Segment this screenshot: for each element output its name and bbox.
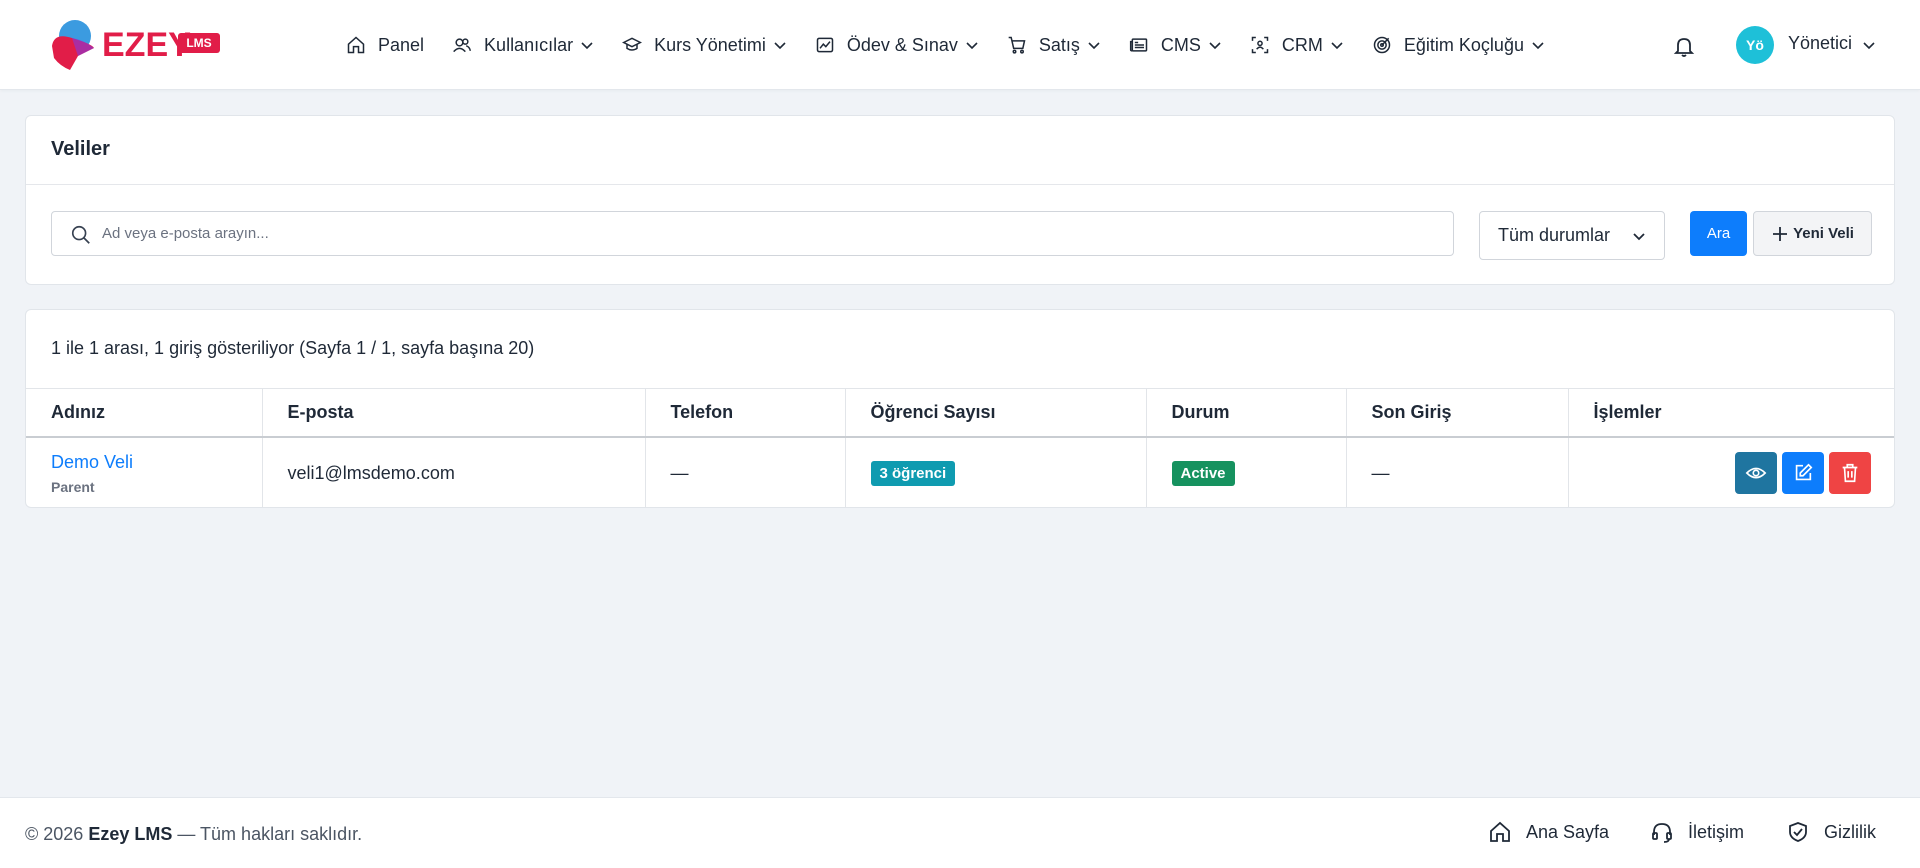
chevron-down-icon <box>581 42 593 50</box>
cart-icon <box>1008 36 1026 54</box>
column-header-students[interactable]: Öğrenci Sayısı <box>845 388 1147 438</box>
chevron-down-icon <box>1088 42 1100 50</box>
trash-icon <box>1842 463 1858 483</box>
delete-button[interactable] <box>1829 452 1871 494</box>
column-header-email[interactable]: E-posta <box>262 388 646 438</box>
edit-button[interactable] <box>1782 452 1824 494</box>
eye-icon <box>1745 467 1767 479</box>
cell-students: 3 öğrenci <box>845 436 1147 507</box>
avatar[interactable]: Yö <box>1736 26 1774 64</box>
chevron-down-icon <box>1532 42 1544 50</box>
footer-link-label: Gizlilik <box>1824 821 1876 842</box>
student-count-badge: 3 öğrenci <box>870 460 956 486</box>
nav-item-course-management[interactable]: Kurs Yönetimi <box>622 0 787 90</box>
nav-item-coaching[interactable]: Eğitim Koçluğu <box>1372 0 1545 90</box>
search-input[interactable] <box>102 212 1442 255</box>
column-header-name[interactable]: Adınız <box>26 388 263 438</box>
table-row: Demo Veli Parent veli1@lmsdemo.com — 3 ö… <box>26 436 1894 508</box>
search-field[interactable] <box>51 211 1454 256</box>
footer-link-home[interactable]: Ana Sayfa <box>1488 820 1609 844</box>
chevron-down-icon <box>1633 233 1645 241</box>
nav-item-crm[interactable]: CRM <box>1250 0 1344 90</box>
nav-label: Kurs Yönetimi <box>654 34 766 55</box>
nav-item-sales[interactable]: Satış <box>1007 0 1101 90</box>
footer: © 2026 Ezey LMS — Tüm hakları saklıdır. … <box>0 797 1920 868</box>
status-filter-value: Tüm durumlar <box>1498 225 1611 245</box>
cell-actions <box>1568 437 1894 508</box>
nav-label: CMS <box>1160 34 1201 55</box>
copyright-prefix: © 2026 <box>25 824 84 844</box>
copyright-suffix: — Tüm hakları saklıdır. <box>177 824 363 844</box>
parents-table: Adınız E-posta Telefon Öğrenci Sayısı Du… <box>26 388 1894 508</box>
new-parent-button[interactable]: Yeni Veli <box>1753 211 1872 256</box>
footer-link-label: İletişim <box>1688 821 1745 842</box>
newspaper-icon <box>1129 38 1148 52</box>
home-icon <box>347 36 365 54</box>
plus-icon <box>1773 226 1788 241</box>
chart-image-icon <box>816 37 834 53</box>
chevron-down-icon <box>1209 42 1221 50</box>
column-header-status[interactable]: Durum <box>1146 388 1347 438</box>
cell-phone: — <box>645 436 846 507</box>
copyright-brand: Ezey LMS <box>88 824 173 844</box>
main-nav: Panel Kullanıcılar Kurs Yönetimi Ödev & … <box>346 0 1573 90</box>
status-badge: Active <box>1171 460 1235 486</box>
scan-person-icon <box>1251 36 1269 54</box>
home-icon <box>1490 821 1510 842</box>
search-card: Veliler Tüm durumlar Ara Yeni Veli <box>25 115 1895 285</box>
cell-email: veli1@lmsdemo.com <box>262 436 646 507</box>
shield-check-icon <box>1789 822 1807 842</box>
table-header-row: Adınız E-posta Telefon Öğrenci Sayısı Du… <box>26 388 1894 438</box>
footer-link-privacy[interactable]: Gizlilik <box>1786 820 1876 844</box>
bell-icon[interactable] <box>1672 34 1696 58</box>
parents-table-card: 1 ile 1 arası, 1 giriş gösteriliyor (Say… <box>25 309 1895 508</box>
nav-label: CRM <box>1281 34 1323 55</box>
pagination-info: 1 ile 1 arası, 1 giriş gösteriliyor (Say… <box>51 338 535 358</box>
nav-label: Kullanıcılar <box>484 34 574 55</box>
chevron-down-icon[interactable] <box>1862 38 1876 52</box>
view-button[interactable] <box>1735 452 1777 494</box>
footer-link-label: Ana Sayfa <box>1526 821 1610 842</box>
status-filter-select[interactable]: Tüm durumlar <box>1479 211 1665 260</box>
logo-mark-icon <box>52 20 94 70</box>
parent-role: Parent <box>51 478 95 495</box>
brand-badge: LMS <box>178 33 220 53</box>
brand-logo[interactable]: EZEY LMS <box>50 18 230 72</box>
column-header-phone[interactable]: Telefon <box>645 388 846 438</box>
nav-label: Ödev & Sınav <box>846 34 958 55</box>
cell-last-login: — <box>1346 436 1569 507</box>
cell-status: Active <box>1146 436 1347 507</box>
headset-icon <box>1652 823 1672 843</box>
copyright: © 2026 Ezey LMS — Tüm hakları saklıdır. <box>25 824 362 845</box>
chevron-down-icon <box>774 42 786 50</box>
chevron-down-icon <box>966 42 978 50</box>
new-parent-label: Yeni Veli <box>1793 225 1854 242</box>
nav-item-users[interactable]: Kullanıcılar <box>452 0 594 90</box>
column-header-last-login[interactable]: Son Giriş <box>1346 388 1569 438</box>
card-header: Veliler <box>26 116 1894 185</box>
search-button[interactable]: Ara <box>1690 211 1747 256</box>
chevron-down-icon <box>1331 42 1343 50</box>
target-icon <box>1373 36 1391 54</box>
user-menu-label[interactable]: Yönetici <box>1788 33 1852 54</box>
nav-label: Panel <box>378 34 425 55</box>
parent-name-link[interactable]: Demo Veli <box>51 452 237 473</box>
nav-label: Satış <box>1038 34 1080 55</box>
row-actions <box>1594 452 1871 494</box>
search-icon <box>71 225 90 244</box>
footer-link-contact[interactable]: İletişim <box>1650 820 1744 844</box>
cell-name: Demo Veli Parent <box>26 436 263 507</box>
page-title: Veliler <box>51 138 110 160</box>
nav-item-cms[interactable]: CMS <box>1129 0 1222 90</box>
column-header-actions: İşlemler <box>1568 388 1894 438</box>
graduation-cap-icon <box>622 37 643 51</box>
edit-icon <box>1795 463 1813 481</box>
nav-item-panel[interactable]: Panel <box>346 0 424 90</box>
nav-item-assignments-exams[interactable]: Ödev & Sınav <box>815 0 979 90</box>
users-icon <box>453 38 472 53</box>
nav-label: Eğitim Koçluğu <box>1403 34 1524 55</box>
top-navbar: EZEY LMS Panel Kullanıcılar Kurs Yönetim… <box>0 0 1920 90</box>
